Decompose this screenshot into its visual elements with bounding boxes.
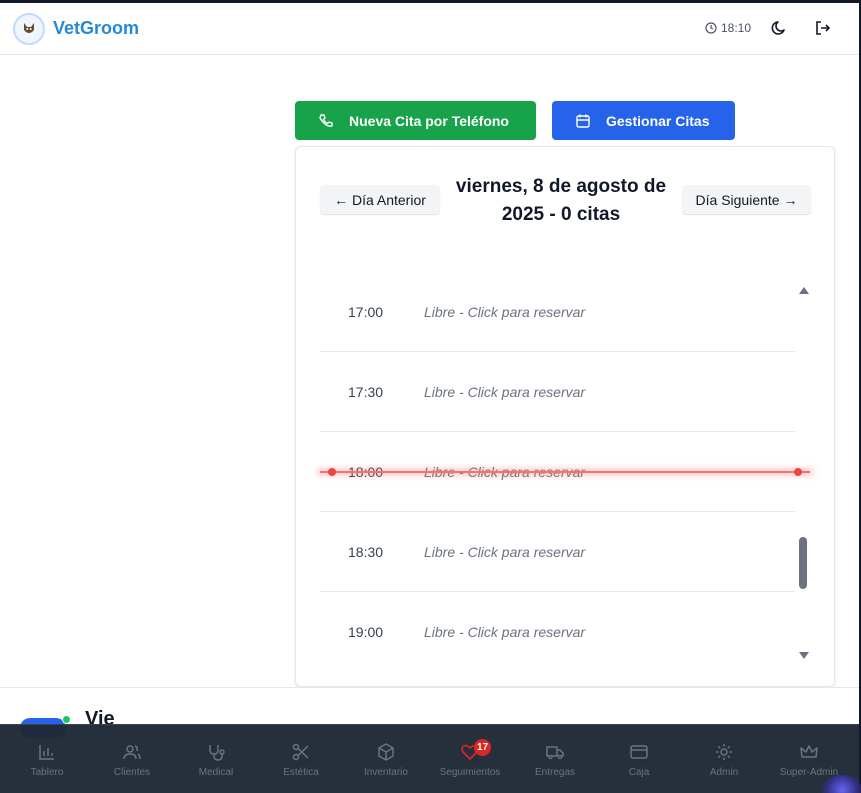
day-title-line2: 2025 - 0 citas [501, 204, 621, 225]
logo[interactable] [13, 13, 45, 45]
nav-item-inventario[interactable]: Inventario [344, 725, 428, 793]
manage-appointments-button[interactable]: Gestionar Citas [552, 101, 735, 140]
paw-logo-icon [24, 23, 34, 33]
next-day-button[interactable]: Día Siguiente → [682, 185, 811, 214]
day-title-line1: viernes, 8 de agosto de [455, 176, 667, 197]
current-time-dot-left [328, 468, 336, 476]
top-bar: VetGroom 18:10 [0, 3, 859, 55]
schedule-scrollbar[interactable] [798, 287, 809, 659]
logout-button[interactable] [814, 19, 834, 39]
scrollbar-thumb[interactable] [799, 537, 807, 589]
logout-icon [816, 21, 831, 35]
phone-icon [319, 113, 333, 127]
lower-section: Vie [0, 687, 859, 738]
day-title: viernes, 8 de agosto de 2025 - 0 citas [446, 173, 676, 229]
nav-item-clientes[interactable]: Clientes [90, 725, 174, 793]
day-schedule-card: ← Día Anterior viernes, 8 de agosto de 2… [295, 146, 835, 687]
nav-label: Caja [628, 767, 650, 778]
scissors-icon [292, 743, 309, 761]
moon-icon [771, 21, 785, 35]
slot-time: 19:00 [348, 624, 384, 640]
nav-item-admin[interactable]: Admin [682, 725, 766, 793]
time-slot[interactable]: 19:00 Libre - Click para reservar [320, 592, 795, 672]
app-window: VetGroom 18:10 Nueva Cita por Teléfono G… [0, 0, 861, 793]
nav-item-tablero[interactable]: Tablero [5, 725, 89, 793]
scroll-up-arrow-icon[interactable] [799, 287, 809, 294]
manage-appointments-label: Gestionar Citas [606, 112, 710, 129]
slot-time: 18:30 [348, 544, 384, 560]
calendar-icon [576, 114, 590, 128]
new-phone-appointment-button[interactable]: Nueva Cita por Teléfono [295, 101, 536, 140]
nav-item-medical[interactable]: Medical [174, 725, 258, 793]
clock: 18:10 [705, 21, 751, 35]
bottom-navigation: Tablero Clientes Medical Estética Invent… [0, 724, 859, 793]
slot-label: Libre - Click para reservar [424, 544, 586, 560]
package-icon [378, 743, 394, 761]
credit-card-icon [630, 745, 648, 759]
clock-icon [705, 22, 717, 34]
slot-label: Libre - Click para reservar [424, 304, 586, 320]
nav-label: Seguimientos [439, 767, 501, 778]
nav-label: Admin [709, 767, 739, 778]
nav-label: Clientes [113, 767, 151, 778]
clock-time: 18:10 [721, 21, 752, 35]
slot-time: 17:30 [348, 384, 384, 400]
slot-label: Libre - Click para reservar [424, 384, 586, 400]
gear-icon [716, 744, 732, 760]
nav-label: Inventario [364, 767, 408, 778]
previous-day-button[interactable]: ← Día Anterior [320, 185, 440, 214]
time-slot[interactable]: 17:30 Libre - Click para reservar [320, 352, 795, 432]
nav-label: Tablero [30, 767, 64, 778]
nav-item-estetica[interactable]: Estética [259, 725, 343, 793]
crown-icon [800, 745, 818, 758]
nav-label: Entregas [534, 767, 576, 778]
slot-label: Libre - Click para reservar [424, 624, 586, 640]
nav-label: Medical [198, 767, 234, 778]
theme-toggle-button[interactable] [770, 19, 790, 39]
truck-icon [546, 746, 564, 760]
new-phone-appointment-label: Nueva Cita por Teléfono [349, 112, 509, 129]
nav-item-caja[interactable]: Caja [597, 725, 681, 793]
nav-item-seguimientos[interactable]: 17 Seguimientos [428, 725, 512, 793]
bar-chart-icon [39, 745, 54, 760]
stethoscope-icon [209, 745, 225, 761]
slot-time: 17:00 [348, 304, 384, 320]
users-icon [123, 745, 141, 760]
notification-badge: 17 [474, 739, 491, 756]
nav-label: Estética [283, 767, 319, 778]
online-dot [62, 715, 71, 724]
time-slot[interactable]: 18:30 Libre - Click para reservar [320, 512, 795, 592]
nav-item-entregas[interactable]: Entregas [513, 725, 597, 793]
scroll-down-arrow-icon[interactable] [799, 652, 809, 659]
time-slot[interactable]: 17:00 Libre - Click para reservar [320, 272, 795, 352]
brand-name[interactable]: VetGroom [53, 18, 139, 39]
current-time-indicator [320, 471, 810, 473]
